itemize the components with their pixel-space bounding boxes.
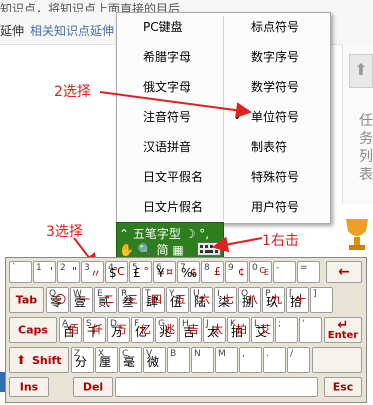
soft-keyboard-menu: PC键盘 希腊字母 俄文字母 注音符号 汉语拼音 日文平假名 日文片假名 标点符… [116,12,331,224]
menu-item-user-symbols[interactable]: 用户符号 [251,197,299,217]
key[interactable]: ` [9,261,32,283]
menu-column-separator [223,16,224,220]
ime-status-bar[interactable]: ⌃ 五笔字型 ☽ °, ✋ 🔍 简 ▦ [116,222,224,258]
key[interactable]: D万万 [107,317,130,343]
key[interactable]: 0 ₠ [249,261,272,283]
task-list-char: 务 [359,131,373,147]
menu-item-math-symbols[interactable]: 数学符号 [251,77,299,97]
key[interactable]: R叁三 [118,287,141,313]
menu-item-russian[interactable]: 俄文字母 [143,77,191,97]
key[interactable]: V微 [143,347,166,373]
key[interactable]: 7 ‰ ¢ [177,261,200,283]
key[interactable]: B [167,347,190,373]
up-arrow-button[interactable]: ⬆ [349,54,373,88]
tab-key[interactable]: Tab [9,287,44,313]
key[interactable]: M [215,347,238,373]
shift-key[interactable]: ⬆ Shift [9,347,69,373]
key[interactable]: 9 ¢ [225,261,248,283]
menu-item-pc-keyboard[interactable]: PC键盘 [143,17,183,37]
annotation-step1: 1右击 [262,233,299,249]
key[interactable]: A百佰 [59,317,82,343]
enter-key[interactable]: ↵ Enter [324,317,362,343]
key[interactable]: ; [275,317,298,343]
right-shift-key[interactable] [312,347,362,373]
menu-item-number-sequence[interactable]: 数字序号 [251,47,299,67]
menu-item-punctuation[interactable]: 标点符号 [251,17,299,37]
key[interactable]: 4 $ ℃ [105,261,128,283]
key[interactable]: 3 〃 [81,261,104,283]
key[interactable]: 8 £ [201,261,224,283]
annotation-step2: 2选择 [54,84,91,100]
key[interactable]: P玖九 [262,287,285,313]
checkmark-icon: ✔ [234,109,245,123]
key[interactable]: O捌八 [238,287,261,313]
key[interactable]: 2 " [57,261,80,283]
ime-mode-label[interactable]: ⌃ 五笔字型 ☽ °, [119,225,209,242]
key[interactable]: / [287,347,310,373]
key[interactable]: W壹一 [70,287,93,313]
key[interactable]: S千仟 [83,317,106,343]
key[interactable]: H吉吉 [179,317,202,343]
menu-item-katakana[interactable]: 日文片假名 [143,197,203,217]
esc-key[interactable]: Esc [324,377,362,397]
menu-item-box-drawing[interactable]: 制表符 [251,137,287,157]
key[interactable]: , [239,347,262,373]
key[interactable]: 5 £ ° [129,261,152,283]
key[interactable]: [拾十 [286,287,309,313]
ime-tools[interactable]: ✋ 🔍 简 ▦ [119,241,184,258]
key[interactable]: ] [310,287,333,313]
menu-item-zhuyin[interactable]: 注音符号 [143,107,191,127]
task-list-char: 任 [359,113,373,129]
key[interactable]: I柒七 [214,287,237,313]
annotation-step3: 3选择 [46,224,83,240]
soft-keyboard-icon[interactable] [197,242,221,256]
key[interactable]: F亿亿 [131,317,154,343]
key[interactable]: ' [299,317,322,343]
key[interactable]: 1 ' [33,261,56,283]
key[interactable]: 6 ¥ ¤ [153,261,176,283]
menu-item-unit-symbols[interactable]: 单位符号 [251,107,299,127]
key[interactable]: Q零〇 [46,287,69,313]
key[interactable]: U陆六 [190,287,213,313]
key[interactable]: X厘 [95,347,118,373]
caps-lock-key[interactable]: Caps [9,317,57,343]
trophy-icon [346,219,368,250]
key[interactable]: N [191,347,214,373]
ins-key[interactable]: Ins [9,377,49,397]
bg-text-row: 延伸 相关知识点延伸 [0,22,114,39]
bg-text-line: 知识点，将知识点上面直接的目后 [0,2,181,12]
key[interactable]: G兆兆 [155,317,178,343]
menu-item-pinyin[interactable]: 汉语拼音 [143,137,191,157]
bg-label: 延伸 [0,24,25,38]
key[interactable]: L艾艾 [251,317,274,343]
menu-item-greek[interactable]: 希腊字母 [143,47,191,67]
task-list-char: 列 [359,149,373,165]
menu-item-hiragana[interactable]: 日文平假名 [143,167,203,187]
key[interactable]: C毫 [119,347,142,373]
soft-keyboard: ` 1 ' 2 " 3 〃 4 $ ℃ 5 £ ° 6 ¥ ¤ 7 ‰ ¢ 8 £ 9 ¢ 0 ₠ - = … [5,257,367,403]
key[interactable]: Z分 [71,347,94,373]
key[interactable]: - [273,261,296,283]
key[interactable]: T肆四 [142,287,165,313]
key[interactable]: Y伍五 [166,287,189,313]
task-list-char: 表 [359,167,373,183]
bg-link[interactable]: 相关知识点延伸 [30,24,114,38]
key[interactable]: = [297,261,320,283]
key[interactable]: E贰二 [94,287,117,313]
menu-item-special-symbols[interactable]: 特殊符号 [251,167,299,187]
right-panel: ⬆ 任 务 列 表 [342,44,373,204]
backspace-key[interactable]: ← [326,261,362,283]
key[interactable]: K拍拍 [227,317,250,343]
del-key[interactable]: Del [73,377,113,397]
key[interactable]: . [263,347,286,373]
key[interactable]: J太太 [203,317,226,343]
space-key[interactable] [115,377,318,397]
